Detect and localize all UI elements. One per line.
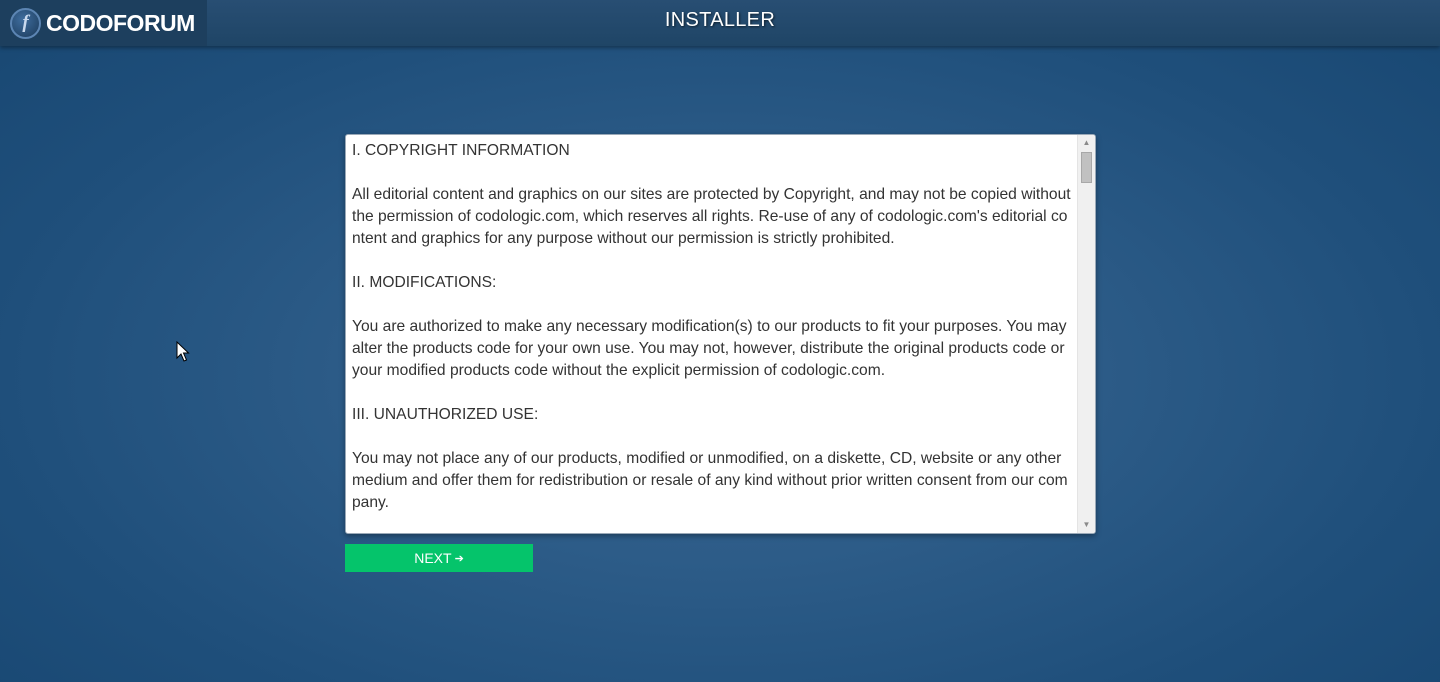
page-title: INSTALLER bbox=[664, 9, 776, 31]
scroll-down-arrow-icon[interactable]: ▼ bbox=[1078, 517, 1095, 533]
section-body-copyright: All editorial content and graphics on ou… bbox=[352, 186, 1071, 247]
next-button-label: NEXT bbox=[414, 550, 452, 566]
arrow-right-icon: ➔ bbox=[454, 552, 464, 565]
license-agreement-textbox[interactable]: I. COPYRIGHT INFORMATION All editorial c… bbox=[345, 134, 1096, 534]
section-body-modifications: You are authorized to make any necessary… bbox=[352, 318, 1067, 379]
vertical-scrollbar[interactable]: ▲ ▼ bbox=[1077, 135, 1095, 533]
scroll-up-arrow-icon[interactable]: ▲ bbox=[1078, 135, 1095, 151]
scroll-thumb[interactable] bbox=[1081, 152, 1092, 183]
license-text: I. COPYRIGHT INFORMATION All editorial c… bbox=[352, 140, 1074, 533]
mouse-cursor-icon bbox=[176, 341, 190, 362]
section-heading-copyright: I. COPYRIGHT INFORMATION bbox=[352, 142, 570, 159]
section-body-unauthorized-use: You may not place any of our products, m… bbox=[352, 450, 1068, 511]
top-bar: f CODOFORUM INSTALLER bbox=[0, 0, 1440, 46]
section-heading-unauthorized-use: III. UNAUTHORIZED USE: bbox=[352, 406, 539, 423]
section-heading-modifications: II. MODIFICATIONS: bbox=[352, 274, 497, 291]
next-button[interactable]: NEXT ➔ bbox=[345, 544, 533, 572]
